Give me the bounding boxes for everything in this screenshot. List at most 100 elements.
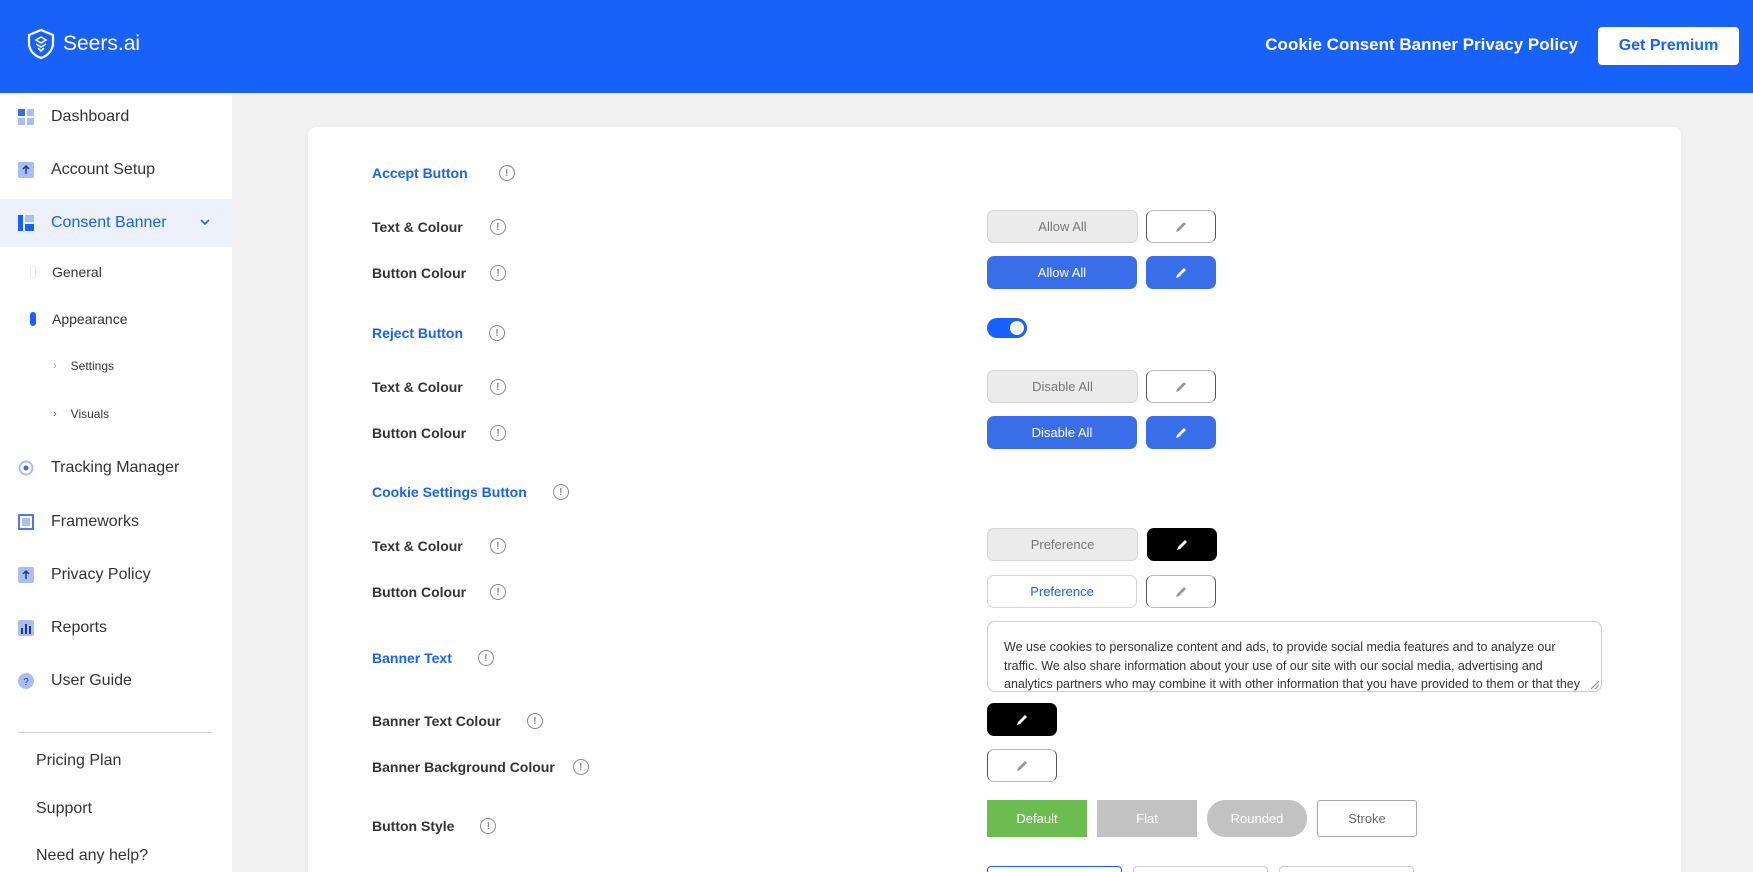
toggle-knob: [1010, 321, 1024, 335]
accept-button-colour-label: Button Colour !: [372, 265, 507, 281]
banner-bg-colour-label: Banner Background Colour !: [372, 759, 589, 775]
pencil-icon: [1017, 714, 1027, 725]
info-icon[interactable]: !: [552, 484, 569, 500]
reject-button-colour-label: Button Colour !: [372, 425, 507, 441]
cookie-settings-heading: Cookie Settings Button !: [372, 484, 569, 500]
style-stroke-button[interactable]: Stroke: [1317, 800, 1417, 837]
chevron-right-icon: ›: [53, 408, 57, 420]
reject-text-preview[interactable]: Disable All: [987, 370, 1138, 403]
pencil-icon: [1176, 381, 1186, 392]
info-icon[interactable]: !: [489, 325, 505, 341]
sidebar: Dashboard Account Setup Consent Banner G…: [0, 93, 232, 872]
resize-handle-icon[interactable]: [1591, 681, 1599, 689]
banner-text-heading: Banner Text !: [372, 650, 494, 666]
inactive-indicator: [30, 265, 36, 279]
info-icon[interactable]: !: [480, 818, 497, 834]
sidebar-item-dashboard[interactable]: Dashboard: [0, 93, 232, 141]
subitem-label: Visuals: [70, 407, 110, 421]
sidebar-item-reports[interactable]: Reports: [0, 604, 232, 652]
pricing-plan-link[interactable]: Pricing Plan: [36, 752, 121, 770]
style-rounded-button[interactable]: Rounded: [1207, 800, 1307, 837]
preference-text-colour-label: Text & Colour !: [372, 538, 506, 554]
sidebar-item-label: Frameworks: [51, 513, 140, 530]
logo[interactable]: Seers.ai: [27, 29, 140, 59]
shield-logo-icon: [27, 29, 55, 59]
banner-bg-colour-picker[interactable]: [987, 749, 1057, 782]
button-style-label: Button Style !: [372, 818, 497, 834]
sidebar-subitem-settings[interactable]: › Settings: [0, 350, 232, 382]
pencil-icon: [1177, 539, 1187, 550]
sidebar-item-label: Consent Banner: [51, 214, 167, 231]
reject-button-preview[interactable]: Disable All: [987, 416, 1137, 449]
sidebar-item-account-setup[interactable]: Account Setup: [0, 146, 232, 194]
preference-button-preview[interactable]: Preference: [987, 575, 1137, 608]
cookie-policy-link[interactable]: Cookie Consent Banner Privacy Policy: [1265, 35, 1578, 55]
preference-text-preview[interactable]: Preference: [987, 528, 1138, 561]
help-link[interactable]: Need any help?: [36, 847, 148, 865]
sidebar-subitem-visuals[interactable]: › Visuals: [0, 398, 232, 430]
info-icon[interactable]: !: [490, 265, 507, 281]
frameworks-icon: [18, 514, 34, 530]
info-icon[interactable]: !: [490, 584, 507, 600]
accept-button-colour-picker[interactable]: [1146, 256, 1216, 289]
banner-text-content: We use cookies to personalize content an…: [1004, 640, 1580, 691]
sidebar-subitem-general[interactable]: General: [0, 254, 232, 290]
info-icon[interactable]: !: [526, 713, 543, 729]
logo-text: Seers.ai: [63, 32, 141, 55]
sidebar-item-label: Account Setup: [51, 161, 156, 178]
info-icon[interactable]: !: [490, 425, 507, 441]
sidebar-item-privacy-policy[interactable]: Privacy Policy: [0, 551, 232, 599]
info-icon[interactable]: !: [572, 759, 589, 775]
banner-text-textarea[interactable]: We use cookies to personalize content an…: [987, 621, 1602, 692]
accept-text-preview[interactable]: Allow All: [987, 210, 1138, 243]
info-icon[interactable]: !: [489, 538, 506, 554]
accept-text-colour-picker[interactable]: [1146, 210, 1216, 243]
accept-button-preview[interactable]: Allow All: [987, 256, 1137, 289]
pencil-icon: [1176, 586, 1186, 597]
sidebar-item-tracking-manager[interactable]: Tracking Manager: [0, 444, 232, 492]
sidebar-item-label: Privacy Policy: [51, 566, 151, 583]
sidebar-item-label: Tracking Manager: [51, 459, 180, 476]
pencil-icon: [1176, 267, 1186, 278]
subitem-label: Settings: [70, 359, 115, 373]
info-icon[interactable]: !: [489, 379, 506, 395]
info-icon[interactable]: !: [477, 650, 494, 666]
svg-text:?: ?: [23, 677, 29, 688]
sidebar-subitem-appearance[interactable]: Appearance: [0, 301, 232, 337]
banner-text-colour-label: Banner Text Colour !: [372, 713, 543, 729]
preference-button-colour-picker[interactable]: [1146, 575, 1216, 608]
dashboard-icon: [18, 109, 34, 125]
accept-button-heading: Accept Button !: [372, 165, 515, 181]
subitem-label: General: [52, 264, 102, 280]
position-option[interactable]: [987, 866, 1122, 872]
position-option[interactable]: [1279, 866, 1414, 872]
preference-text-colour-picker[interactable]: [1147, 528, 1217, 561]
support-link[interactable]: Support: [36, 800, 92, 818]
sidebar-divider: [18, 732, 212, 733]
style-default-button[interactable]: Default: [987, 800, 1087, 837]
sidebar-item-user-guide[interactable]: ? User Guide: [0, 657, 232, 705]
tracking-manager-icon: [18, 460, 34, 476]
info-icon[interactable]: !: [489, 219, 506, 235]
get-premium-button[interactable]: Get Premium: [1598, 27, 1739, 65]
reject-button-heading: Reject Button !: [372, 325, 505, 341]
preference-button-colour-label: Button Colour !: [372, 584, 507, 600]
reports-icon: [18, 620, 34, 636]
sidebar-item-label: Reports: [51, 619, 108, 636]
reject-button-toggle[interactable]: [987, 318, 1027, 338]
accept-text-colour-label: Text & Colour !: [372, 219, 506, 235]
pencil-icon: [1176, 427, 1186, 438]
reject-button-colour-picker[interactable]: [1146, 416, 1216, 449]
reject-text-colour-picker[interactable]: [1146, 370, 1216, 403]
position-option[interactable]: [1133, 866, 1268, 872]
sidebar-item-frameworks[interactable]: Frameworks: [0, 498, 232, 546]
chevron-right-icon: ›: [53, 360, 57, 372]
privacy-policy-icon: [18, 567, 34, 583]
active-indicator: [30, 312, 36, 326]
banner-text-colour-picker[interactable]: [987, 703, 1057, 736]
sidebar-item-consent-banner[interactable]: Consent Banner: [0, 199, 232, 247]
account-setup-icon: [18, 162, 34, 178]
consent-banner-icon: [18, 215, 34, 231]
info-icon[interactable]: !: [498, 165, 515, 181]
style-flat-button[interactable]: Flat: [1097, 800, 1197, 837]
